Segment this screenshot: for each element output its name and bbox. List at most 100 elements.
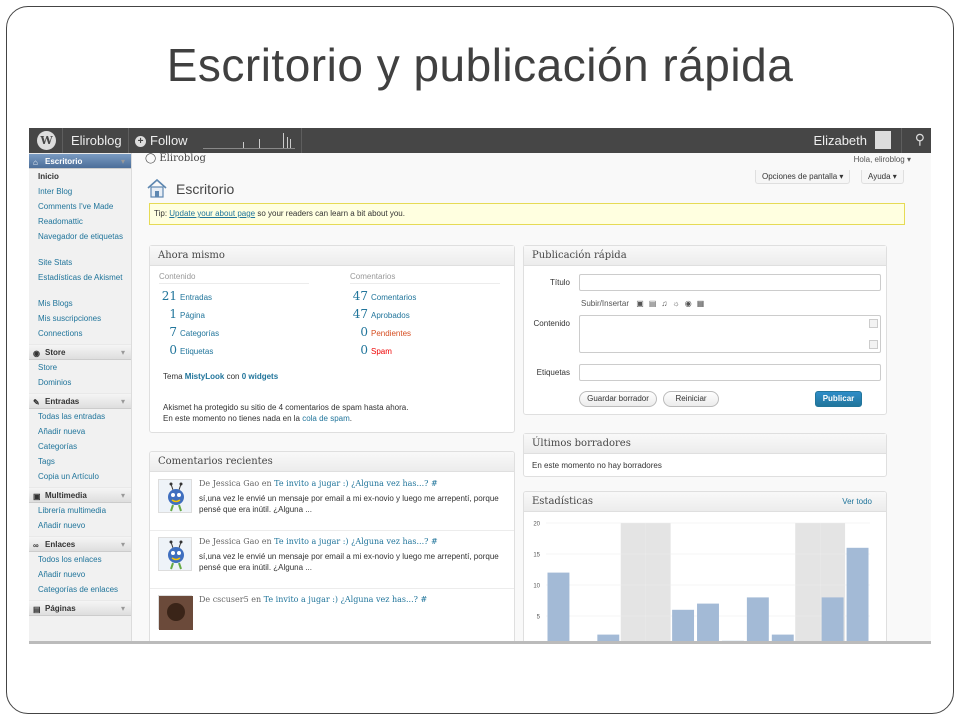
publish-button[interactable]: Publicar <box>815 391 862 407</box>
sidebar-item[interactable]: Connections <box>29 326 131 341</box>
sidebar-section-3[interactable]: ▣ Multimedia ▾ <box>29 487 131 503</box>
comments-row[interactable]: 0 Pendientes <box>350 323 500 341</box>
comment-item[interactable]: De cscuser5 en Te invito a jugar :) ¿Alg… <box>150 589 514 641</box>
comment-author[interactable]: Jessica Gao <box>213 537 259 546</box>
sidebar-item[interactable]: Comments I've Made <box>29 199 131 214</box>
sidebar-item[interactable]: Mis suscripciones <box>29 311 131 326</box>
save-draft-button[interactable]: Guardar borrador <box>579 391 657 407</box>
update-about-page-link[interactable]: Update your about page <box>169 209 255 218</box>
comment-meta: De Jessica Gao en Te invito a jugar :) ¿… <box>199 537 438 546</box>
sidebar-item[interactable]: Site Stats <box>29 255 131 270</box>
search-icon[interactable]: ⚲ <box>915 131 925 148</box>
content-label: Categorías <box>180 329 220 338</box>
sidebar-item[interactable]: Store <box>29 360 131 375</box>
comments-row[interactable]: 0 Spam <box>350 341 500 359</box>
sidebar-item[interactable]: Mis Blogs <box>29 296 131 311</box>
user-avatar[interactable] <box>875 131 891 149</box>
sidebar-item[interactable]: Tags <box>29 454 131 469</box>
title-label: Título <box>549 278 570 287</box>
stats-bar[interactable] <box>672 609 695 644</box>
follow-button[interactable]: + Follow <box>135 133 188 148</box>
sidebar-item[interactable]: Dominios <box>29 375 131 390</box>
image-icon[interactable]: ▣ <box>636 299 644 308</box>
sidebar-item[interactable]: Todos los enlaces <box>29 552 131 567</box>
stats-bar[interactable] <box>721 640 744 644</box>
sidebar-item[interactable]: Readomattic <box>29 214 131 229</box>
widgets-link[interactable]: 0 widgets <box>242 372 278 381</box>
chevron-down-icon[interactable]: ▾ <box>121 154 125 170</box>
comments-label: Comentarios <box>371 293 417 302</box>
comment-post-link[interactable]: Te invito a jugar :) ¿Alguna vez has...?… <box>264 595 427 604</box>
pin-icon: ✎ <box>33 398 40 407</box>
recent-comments-title[interactable]: Comentarios recientes <box>150 452 514 472</box>
stats-bar[interactable] <box>846 547 869 644</box>
chevron-down-icon[interactable]: ▾ <box>121 601 125 617</box>
chevron-down-icon[interactable]: ▾ <box>121 345 125 361</box>
gallery-icon[interactable]: ▦ <box>697 299 705 308</box>
stats-bar[interactable] <box>821 597 844 644</box>
comments-row[interactable]: 47 Comentarios <box>350 287 500 305</box>
chevron-down-icon[interactable]: ▾ <box>121 488 125 504</box>
sidebar-section-1[interactable]: ◉ Store ▾ <box>29 344 131 360</box>
sidebar-item[interactable]: Añadir nuevo <box>29 518 131 533</box>
comment-item[interactable]: De Jessica Gao en Te invito a jugar :) ¿… <box>150 531 514 589</box>
sidebar-section-0[interactable]: ⌂ Escritorio ▾ <box>29 153 131 169</box>
quick-press-title[interactable]: Publicación rápida <box>524 246 886 266</box>
sidebar-section-5[interactable]: ▤ Páginas ▾ <box>29 600 131 616</box>
sidebar-item[interactable]: Categorías <box>29 439 131 454</box>
video-icon[interactable]: ▤ <box>649 299 657 308</box>
stats-box: Estadísticas Ver todo 05101520 <box>523 491 887 644</box>
stats-title[interactable]: Estadísticas Ver todo <box>524 492 886 512</box>
comments-row[interactable]: 47 Aprobados <box>350 305 500 323</box>
comment-author[interactable]: cscuser5 <box>213 595 249 604</box>
sidebar-section-2[interactable]: ✎ Entradas ▾ <box>29 393 131 409</box>
content-row[interactable]: 7 Categorías <box>159 323 309 341</box>
audio-icon[interactable]: ♫ <box>661 299 667 308</box>
stats-sparkline[interactable] <box>203 132 295 149</box>
sidebar-item[interactable]: Estadísticas de Akismet <box>29 270 131 296</box>
sidebar-item[interactable]: Categorías de enlaces <box>29 582 131 597</box>
spam-queue-link[interactable]: cola de spam <box>302 414 350 423</box>
view-all-link[interactable]: Ver todo <box>842 492 872 512</box>
poll-icon[interactable]: ☼ <box>672 299 679 308</box>
stats-bar[interactable] <box>697 603 719 644</box>
chevron-down-icon[interactable]: ▾ <box>121 394 125 410</box>
media-icon[interactable]: ◉ <box>685 299 692 308</box>
stats-bar[interactable] <box>597 634 620 644</box>
stats-bar[interactable] <box>771 634 794 644</box>
comment-author[interactable]: Jessica Gao <box>213 479 259 488</box>
y-tick-label: 15 <box>533 553 540 559</box>
reset-button[interactable]: Reiniciar <box>663 391 719 407</box>
recent-drafts-title[interactable]: Últimos borradores <box>524 434 886 454</box>
tags-input[interactable] <box>579 364 881 381</box>
content-row[interactable]: 1 Página <box>159 305 309 323</box>
comment-post-link[interactable]: Te invito a jugar :) ¿Alguna vez has...?… <box>274 479 437 488</box>
adminbar-user-name[interactable]: Elizabeth <box>814 133 867 148</box>
adminbar-blog-name[interactable]: Eliroblog <box>71 133 122 148</box>
sidebar-item[interactable]: Añadir nuevo <box>29 567 131 582</box>
wordpress-logo-icon[interactable]: W <box>37 131 56 150</box>
sidebar-item[interactable]: Librería multimedia <box>29 503 131 518</box>
sidebar-item[interactable]: Inter Blog <box>29 184 131 199</box>
sidebar-section-4[interactable]: ∞ Enlaces ▾ <box>29 536 131 552</box>
theme-link[interactable]: MistyLook <box>185 372 225 381</box>
comment-item[interactable]: De Jessica Gao en Te invito a jugar :) ¿… <box>150 473 514 531</box>
stats-bar[interactable] <box>547 572 570 644</box>
right-now-title[interactable]: Ahora mismo <box>150 246 514 266</box>
comment-post-link[interactable]: Te invito a jugar :) ¿Alguna vez has...?… <box>274 537 437 546</box>
sidebar-item[interactable]: Todas las entradas <box>29 409 131 424</box>
screen-options-button[interactable]: Opciones de pantalla ▾ <box>755 170 851 184</box>
greeting[interactable]: Hola, eliroblog ▾ <box>854 155 911 164</box>
chevron-down-icon[interactable]: ▾ <box>121 537 125 553</box>
sidebar-item[interactable]: Copia un Artículo <box>29 469 131 484</box>
content-row[interactable]: 0 Etiquetas <box>159 341 309 359</box>
help-button[interactable]: Ayuda ▾ <box>861 170 904 184</box>
content-row[interactable]: 21 Entradas <box>159 287 309 305</box>
stats-bar[interactable] <box>746 597 769 644</box>
sidebar-item[interactable]: Inicio <box>29 169 131 184</box>
sidebar-item[interactable]: Navegador de etiquetas <box>29 229 131 255</box>
blog-title-link[interactable]: ◯ Eliroblog <box>145 153 206 164</box>
content-textarea[interactable] <box>579 315 881 353</box>
title-input[interactable] <box>579 274 881 291</box>
sidebar-item[interactable]: Añadir nueva <box>29 424 131 439</box>
